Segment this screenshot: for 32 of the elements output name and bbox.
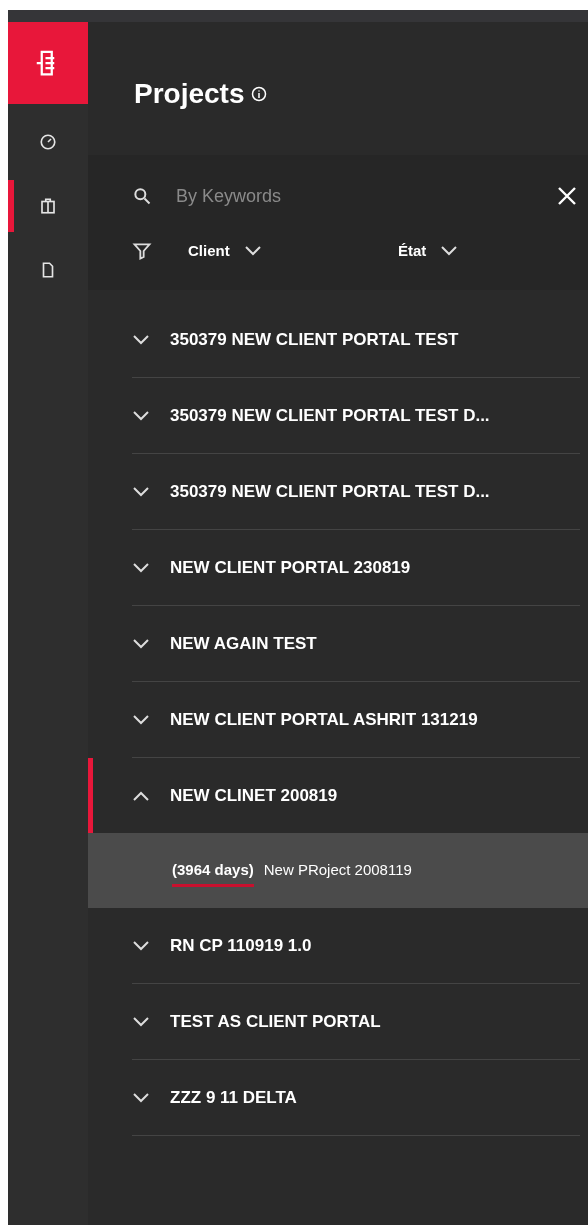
project-group[interactable]: 350379 NEW CLIENT PORTAL TEST D... xyxy=(88,454,588,529)
project-group[interactable]: ZZZ 9 11 DELTA xyxy=(88,1060,588,1135)
chevron-down-icon xyxy=(132,409,150,422)
project-group[interactable]: TEST AS CLIENT PORTAL xyxy=(88,984,588,1059)
chevron-down-icon xyxy=(132,333,150,346)
project-group[interactable]: 350379 NEW CLIENT PORTAL TEST xyxy=(88,302,588,377)
project-group[interactable]: NEW CLIENT PORTAL ASHRIT 131219 xyxy=(88,682,588,757)
project-item[interactable]: (3964 days) New PRoject 2008119 xyxy=(88,833,588,908)
chevron-down-icon xyxy=(132,561,150,574)
logo-button[interactable] xyxy=(8,22,88,104)
filter-dropdown[interactable]: État xyxy=(398,239,459,263)
project-group[interactable]: NEW AGAIN TEST xyxy=(88,606,588,681)
project-group[interactable]: RN CP 110919 1.0 xyxy=(88,908,588,983)
project-group[interactable]: 350379 NEW CLIENT PORTAL TEST D... xyxy=(88,378,588,453)
chevron-down-icon xyxy=(132,939,150,952)
chevron-down-icon xyxy=(132,485,150,498)
gauge-icon xyxy=(39,133,57,151)
search-icon xyxy=(132,186,152,207)
clipboard-icon xyxy=(39,197,57,215)
filter-dropdown[interactable]: Client xyxy=(188,239,398,263)
page-title: Projects xyxy=(134,76,245,111)
chevron-down-icon xyxy=(132,637,150,650)
chevron-down-icon xyxy=(132,1015,150,1028)
chevron-down-icon xyxy=(132,1091,150,1104)
search-field[interactable]: By Keywords xyxy=(176,182,556,210)
project-group[interactable]: NEW CLIENT PORTAL 230819 xyxy=(88,530,588,605)
filter-icon xyxy=(132,241,152,261)
chevron-up-icon xyxy=(132,789,150,802)
chevron-down-icon xyxy=(243,245,262,257)
chevron-down-icon xyxy=(440,245,459,257)
info-icon[interactable] xyxy=(250,85,267,102)
chevron-down-icon xyxy=(132,713,150,726)
